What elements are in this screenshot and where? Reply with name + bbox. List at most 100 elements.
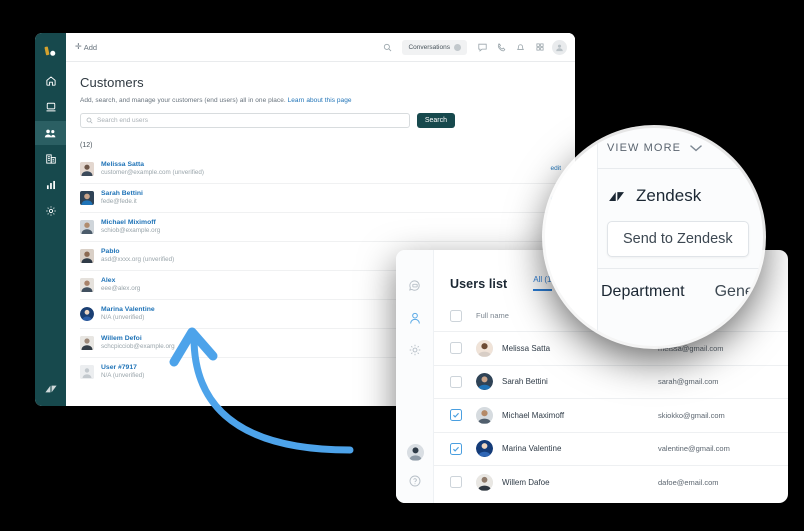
row-checkbox[interactable] [450, 476, 462, 489]
search-icon[interactable] [379, 39, 396, 56]
customer-name[interactable]: Sarah Bettini [101, 189, 544, 198]
customer-email: schiob@example.org [101, 227, 161, 235]
screenshot-canvas: ✛ Add Conversations Customers Add, searc… [0, 0, 804, 531]
table-row[interactable]: Willem Dafoe dafoe@email.com [434, 465, 788, 499]
name-cell: Sarah Bettini [462, 373, 658, 391]
sidebar-item-home[interactable] [35, 69, 66, 93]
search-icon [86, 117, 93, 124]
conversations-label: Conversations [408, 43, 450, 51]
name-cell: Michael Maximoff [462, 406, 658, 424]
avatar [80, 336, 94, 350]
users-list-rail-bottom [396, 444, 434, 491]
chevron-down-icon [690, 145, 703, 152]
select-all-checkbox[interactable] [450, 309, 462, 322]
users-icon[interactable] [405, 308, 425, 328]
zendesk-nav-rail [35, 33, 66, 406]
page-title: Customers [80, 75, 144, 90]
check-icon [453, 413, 459, 419]
department-label: Department [601, 283, 685, 300]
avatar [80, 307, 94, 321]
sidebar-item-customers[interactable] [35, 121, 66, 145]
apps-grid-icon[interactable] [531, 39, 548, 56]
conversations-badge [454, 43, 461, 51]
user-avatar-icon[interactable] [552, 39, 567, 55]
customer-email: customer@example.com (unverified) [101, 168, 204, 176]
bell-icon[interactable] [512, 39, 529, 56]
search-row: Search end users Search [80, 113, 575, 128]
name-cell: Marina Valentine [462, 440, 658, 458]
magnifier-zoom-circle: VIEW MORE Zendesk Send to Zendesk Depart… [545, 128, 763, 346]
magnifier-divider [597, 128, 598, 346]
magnifier-content: VIEW MORE Zendesk Send to Zendesk Depart… [545, 128, 763, 346]
check-icon [453, 446, 459, 452]
user-name: Michael Maximoff [502, 410, 565, 420]
table-row[interactable]: Michael Miximoff schiob@example.org edit [80, 212, 561, 241]
magnifier-left-strip [545, 128, 597, 346]
conversations-chip[interactable]: Conversations [402, 39, 467, 55]
table-row[interactable]: Marina Valentine valentine@gmail.com [434, 431, 788, 466]
user-name: Sarah Bettini [502, 377, 548, 387]
help-circle-icon[interactable] [405, 471, 425, 491]
magnifier-rule-1 [597, 168, 763, 169]
user-avatar-photo[interactable] [406, 444, 424, 461]
avatar [476, 406, 493, 424]
avatar [476, 440, 493, 458]
row-checkbox[interactable] [450, 342, 462, 355]
user-name: Marina Valentine [502, 444, 562, 454]
view-more-label: VIEW MORE [607, 142, 682, 154]
customer-email: fede@fede.it [101, 198, 137, 206]
name-cell: Willem Dafoe [462, 473, 658, 491]
customer-name[interactable]: Melissa Satta [101, 160, 544, 169]
settings-gear-icon[interactable] [405, 340, 425, 360]
customers-count: (12) [80, 142, 93, 149]
avatar [476, 339, 493, 357]
avatar [80, 278, 94, 292]
page-subtitle-text: Add, search, and manage your customers (… [80, 97, 286, 104]
sidebar-item-admin[interactable] [35, 199, 66, 223]
search-button[interactable]: Search [416, 113, 455, 128]
sidebar-item-views[interactable] [35, 95, 66, 119]
table-row[interactable]: Sarah Bettini sarah@gmail.com [434, 364, 788, 399]
add-button[interactable]: ✛ Add [75, 43, 97, 52]
sidebar-item-reporting[interactable] [35, 173, 66, 197]
phone-icon[interactable] [493, 39, 510, 56]
users-list-rail [396, 250, 434, 503]
row-checkbox[interactable] [450, 442, 462, 455]
plus-icon: ✛ [75, 42, 82, 51]
zendesk-topbar: ✛ Add Conversations [66, 33, 575, 62]
row-checkbox[interactable] [450, 409, 462, 422]
tab-fragment-text: line [742, 152, 755, 161]
user-name: Willem Dafoe [502, 477, 550, 487]
avatar [80, 191, 94, 205]
row-checkbox[interactable] [450, 375, 462, 388]
customer-name[interactable]: Michael Miximoff [101, 218, 544, 227]
placeholder-user-icon [80, 365, 94, 379]
sidebar-item-organizations[interactable] [35, 147, 66, 171]
user-email: skiokko@gmail.com [658, 410, 725, 420]
search-input-placeholder: Search end users [97, 117, 148, 124]
user-email: valentine@gmail.com [658, 444, 730, 454]
user-email: dafoe@email.com [658, 477, 719, 487]
magnifier-rule-2 [597, 268, 763, 269]
table-row[interactable]: Melissa Satta customer@example.com (unve… [80, 154, 561, 183]
column-header-full-name: Full name [476, 311, 509, 320]
table-row[interactable]: Michael Maximoff skiokko@gmail.com [434, 398, 788, 432]
search-input[interactable]: Search end users [80, 113, 410, 128]
chat-bubble-icon[interactable] [405, 276, 425, 296]
zendesk-products-icon[interactable] [35, 39, 66, 63]
page-subtitle: Add, search, and manage your customers (… [80, 97, 575, 104]
customer-info: Melissa Satta customer@example.com (unve… [101, 160, 544, 178]
send-to-zendesk-button[interactable]: Send to Zendesk [607, 221, 749, 257]
user-email: sarah@gmail.com [658, 377, 719, 387]
department-value[interactable]: Gener [715, 283, 759, 301]
avatar [80, 161, 94, 176]
chat-icon[interactable] [474, 39, 491, 56]
avatar [476, 473, 493, 491]
learn-about-link[interactable]: Learn about this page [288, 97, 352, 104]
view-more-toggle[interactable]: VIEW MORE [607, 142, 703, 154]
department-field-row: Department Gener [601, 283, 759, 301]
avatar [476, 373, 493, 391]
users-list-title: Users list [450, 277, 508, 291]
customer-info: Michael Miximoff schiob@example.org [101, 218, 544, 236]
table-row[interactable]: Sarah Bettini fede@fede.it edit [80, 183, 561, 212]
